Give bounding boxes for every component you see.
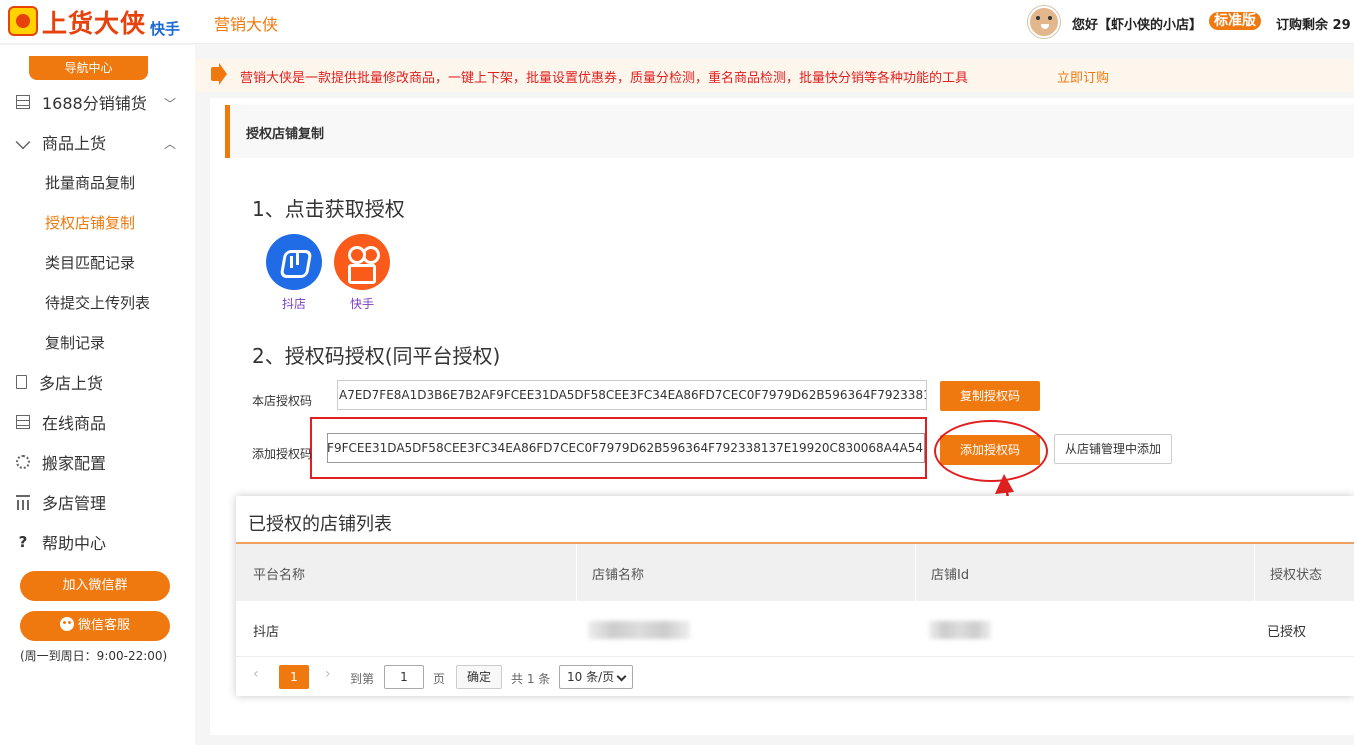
sidebar-item-label: 1688分销铺货 — [42, 94, 147, 113]
column-divider — [915, 544, 916, 601]
join-wechat-group-button[interactable]: 加入微信群 — [20, 571, 170, 601]
page-title: 授权店铺复制 — [246, 127, 325, 142]
paper-plane-icon — [15, 134, 31, 150]
service-hours: (周一到周日：9:00-22:00) — [20, 649, 168, 663]
next-page-icon[interactable]: › — [325, 666, 331, 682]
redacted-store-name — [588, 621, 690, 639]
chevron-up-icon[interactable]: ︿ — [164, 135, 176, 152]
sidebar-item-upload[interactable]: 商品上货 — [15, 131, 107, 153]
user-area: 您好【虾小侠的小店】 标准版 订购剩余 29 — [1028, 4, 1354, 40]
section-header: 授权店铺复制 — [225, 105, 1354, 158]
sidebar-subitem-copy-records[interactable]: 复制记录 — [45, 332, 105, 353]
add-code-field[interactable]: E7B2AF9FCEE31DA5DF58CEE3FC34EA86FD7CEC0F… — [327, 433, 925, 463]
platform-label: 快手 — [349, 297, 374, 311]
platform-doudian[interactable]: 抖店 — [266, 234, 322, 312]
own-code-label: 本店授权码 — [252, 394, 313, 408]
logo-sub: 快手 — [150, 20, 181, 38]
add-from-store-button[interactable]: 从店铺管理中添加 — [1054, 434, 1172, 464]
network-icon — [16, 495, 30, 510]
top-bar: 上货大侠 快手 营销大侠 您好【虾小侠的小店】 标准版 订购剩余 29 — [0, 0, 1354, 44]
wechat-icon — [59, 617, 74, 631]
sidebar-item-help[interactable]: ? 帮助中心 — [16, 531, 106, 553]
pagination: ‹ 1 › 到第 1 页 确定 共 1 条 10 条/页 — [236, 661, 1354, 691]
redacted-store-id — [929, 621, 991, 639]
sidebar-subitem-auth-copy[interactable]: 授权店铺复制 — [45, 212, 135, 233]
sidebar-item-label: 在线商品 — [42, 414, 107, 433]
sidebar-item-move-config[interactable]: 搬家配置 — [16, 451, 106, 473]
doudian-icon[interactable] — [266, 234, 322, 290]
sidebar-subitem-batch-copy[interactable]: 批量商品复制 — [45, 172, 135, 193]
notice-bar: 营销大侠是一款提供批量修改商品，一键上下架，批量设置优惠券，质量分检测，重名商品… — [195, 59, 1354, 92]
plan-badge: 标准版 — [1209, 12, 1261, 30]
copy-code-button[interactable]: 复制授权码 — [940, 381, 1040, 411]
sidebar-item-online-goods[interactable]: 在线商品 — [16, 411, 106, 433]
page-current[interactable]: 1 — [279, 665, 309, 689]
column-header: 平台名称 — [253, 568, 306, 583]
table-header: 平台名称 店铺名称 店铺Id 授权状态 — [236, 544, 1354, 601]
own-code-field[interactable]: A7ED7FE8A1D3B6E7B2AF9FCEE31DA5DF58CEE3FC… — [337, 380, 927, 410]
logo-text: 上货大侠 — [42, 9, 147, 38]
step-2-title: 2、授权码授权(同平台授权) — [252, 344, 501, 368]
chevron-down-icon[interactable]: ﹀ — [164, 95, 176, 112]
gear-icon — [16, 455, 30, 469]
total-count: 共 1 条 — [511, 672, 551, 686]
sidebar-item-1688[interactable]: 1688分销铺货 — [16, 91, 147, 113]
document-icon — [16, 375, 27, 389]
subscription-remaining: 订购剩余 29 — [1276, 18, 1351, 33]
grid-icon — [16, 95, 30, 109]
column-header: 授权状态 — [1270, 568, 1323, 583]
platform-label: 抖店 — [281, 297, 306, 311]
cell-platform: 抖店 — [253, 625, 280, 640]
avatar[interactable] — [1028, 6, 1060, 38]
add-code-label: 添加授权码 — [252, 447, 313, 461]
sidebar-subitem-category-match[interactable]: 类目匹配记录 — [45, 252, 135, 273]
sidebar-item-label: 商品上货 — [42, 134, 107, 153]
notice-text: 营销大侠是一款提供批量修改商品，一键上下架，批量设置优惠券，质量分检测，重名商品… — [240, 71, 969, 86]
logo-icon — [8, 6, 38, 36]
page-unit: 页 — [433, 672, 446, 686]
column-header: 店铺名称 — [592, 568, 645, 583]
sidebar-item-label: 多店上货 — [39, 374, 104, 393]
sidebar-item-label: 帮助中心 — [42, 534, 107, 553]
sidebar: 导航中心 1688分销铺货 ﹀ 商品上货 ︿ 批量商品复制 授权店铺复制 类目匹… — [0, 45, 195, 745]
wechat-service-label: 微信客服 — [77, 618, 130, 633]
grid-icon — [16, 415, 30, 429]
sidebar-item-label: 搬家配置 — [42, 454, 107, 473]
subscribe-link[interactable]: 立即订购 — [1057, 67, 1109, 86]
sidebar-item-multi-upload[interactable]: 多店上货 — [16, 371, 103, 393]
user-greeting: 您好【虾小侠的小店】 — [1072, 18, 1203, 33]
table-row: 抖店 已授权 — [236, 601, 1354, 657]
sidebar-item-multi-store[interactable]: 多店管理 — [16, 491, 106, 513]
speaker-icon — [211, 63, 227, 85]
column-divider — [1254, 544, 1255, 601]
question-icon: ? — [18, 533, 28, 551]
cell-status: 已授权 — [1267, 625, 1307, 640]
goto-confirm-button[interactable]: 确定 — [456, 665, 502, 689]
nav-center-button[interactable]: 导航中心 — [29, 56, 148, 80]
page-input[interactable]: 1 — [384, 665, 424, 689]
kuaishou-icon[interactable] — [334, 234, 390, 290]
prev-page-icon[interactable]: ‹ — [253, 666, 259, 682]
goto-label: 到第 — [350, 672, 375, 686]
add-code-value: E7B2AF9FCEE31DA5DF58CEE3FC34EA86FD7CEC0F… — [327, 441, 923, 455]
column-divider — [576, 544, 577, 601]
step-1-title: 1、点击获取授权 — [252, 197, 405, 221]
page-size-select[interactable]: 10 条/页 — [559, 665, 633, 689]
column-header: 店铺Id — [931, 568, 970, 583]
platform-kuaishou[interactable]: 快手 — [334, 234, 390, 312]
table-title: 已授权的店铺列表 — [248, 514, 392, 535]
app-title[interactable]: 营销大侠 — [214, 11, 278, 35]
wechat-service-button[interactable]: 微信客服 — [20, 611, 170, 641]
app-logo[interactable]: 上货大侠 快手 — [8, 4, 188, 40]
sidebar-item-label: 多店管理 — [42, 494, 107, 513]
sidebar-subitem-pending-upload[interactable]: 待提交上传列表 — [45, 292, 150, 313]
authorized-store-table: 已授权的店铺列表 平台名称 店铺名称 店铺Id 授权状态 抖店 已授权 ‹ 1 … — [236, 496, 1354, 696]
